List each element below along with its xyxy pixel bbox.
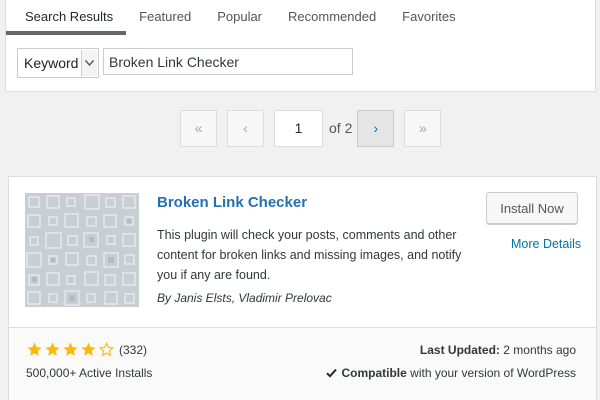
active-installs: 500,000+ Active Installs (26, 366, 153, 380)
plugin-filter-panel: Search Results Featured Popular Recommen… (5, 0, 596, 92)
last-page-button[interactable]: » (404, 109, 442, 147)
filter-tabs: Search Results Featured Popular Recommen… (6, 0, 469, 35)
install-now-button[interactable]: Install Now (486, 192, 578, 224)
star-empty-icon (98, 341, 115, 358)
star-icon (80, 341, 97, 358)
compat-strong: Compatible (341, 366, 407, 380)
plugin-description: This plugin will check your posts, comme… (157, 228, 462, 282)
search-type-value: Keyword (24, 55, 79, 71)
search-input[interactable] (103, 48, 353, 75)
star-icon (62, 341, 79, 358)
plugin-icon-pattern (25, 193, 139, 307)
checkmark-icon (326, 368, 338, 378)
pagination: « ‹ of 2 › » (180, 109, 442, 147)
plugin-card: Broken Link Checker This plugin will che… (8, 176, 597, 400)
tab-favorites[interactable]: Favorites (389, 0, 468, 35)
next-page-button[interactable]: › (357, 109, 395, 147)
compat-rest: with your version of WordPress (410, 366, 576, 380)
rating-count[interactable]: (332) (119, 343, 147, 357)
chevron-down-icon (81, 50, 97, 76)
tab-popular[interactable]: Popular (204, 0, 275, 35)
plugin-icon[interactable] (25, 193, 139, 307)
last-updated-value: 2 months ago (503, 343, 576, 357)
current-page-input[interactable] (274, 109, 323, 147)
plugin-card-top: Broken Link Checker This plugin will che… (9, 177, 596, 327)
search-row: Keyword (17, 48, 353, 78)
last-updated: Last Updated: 2 months ago (420, 343, 576, 357)
compatibility-notice: Compatible with your version of WordPres… (326, 366, 576, 380)
plugin-rating: (332) (26, 341, 147, 358)
plugin-card-bottom: (332) 500,000+ Active Installs Last Upda… (9, 327, 596, 400)
tab-featured[interactable]: Featured (126, 0, 204, 35)
star-icon (26, 341, 43, 358)
plugin-authors: By Janis Elsts, Vladimir Prelovac (157, 291, 332, 305)
more-details-link[interactable]: More Details (511, 237, 581, 251)
search-type-select[interactable]: Keyword (17, 48, 99, 78)
plugin-title[interactable]: Broken Link Checker (157, 194, 307, 211)
tab-search-results[interactable]: Search Results (6, 0, 127, 35)
star-icon (44, 341, 61, 358)
tab-recommended[interactable]: Recommended (275, 0, 389, 35)
prev-page-button[interactable]: ‹ (227, 109, 264, 147)
total-pages-text: of 2 (329, 120, 353, 136)
last-updated-label: Last Updated: (419, 343, 500, 357)
first-page-button[interactable]: « (180, 109, 217, 147)
